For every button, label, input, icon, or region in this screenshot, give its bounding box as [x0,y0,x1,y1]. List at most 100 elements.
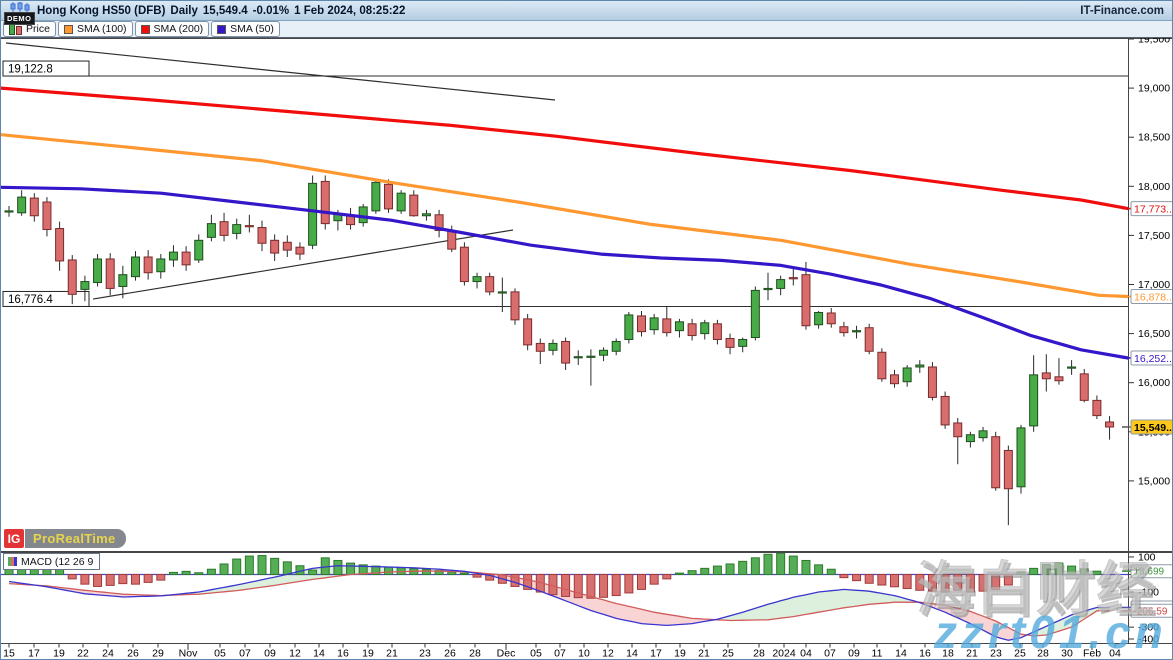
candle [1017,428,1025,487]
sma100-swatch-icon [64,25,73,34]
macd-histogram-bar [802,560,810,574]
candle [878,352,886,379]
macd-histogram-bar [891,575,899,587]
date-tick-label: 21 [966,648,978,660]
date-tick-label: 16 [919,648,931,660]
macd-histogram-bar [979,575,987,592]
candle [106,259,114,288]
date-tick-label: 25 [722,648,734,660]
macd-histogram-bar [385,567,393,574]
price-tick-label: 19,000 [1138,83,1170,95]
macd-histogram-bar [81,575,89,585]
date-tick-label: 07 [824,648,836,660]
macd-histogram-bar [992,575,1000,590]
macd-histogram-bar [283,562,291,575]
date-tick-label: 05 [214,648,226,660]
prorealtime-logo[interactable]: IG ProRealTime [4,529,126,548]
macd-histogram-bar [169,572,177,574]
date-tick-label: 19 [674,648,686,660]
macd-series-icon [8,557,17,566]
candle [992,437,1000,488]
candle [625,315,633,340]
candle [94,259,102,283]
macd-value-tag-text: -206.59 [1134,606,1168,617]
date-tick-label: 05 [530,648,542,660]
prorealtime-wordmark: ProRealTime [25,529,126,548]
macd-histogram-bar [207,569,215,574]
date-tick-label: 04 [800,648,812,660]
macd-chip-label: MACD (12 26 9 [21,556,93,568]
macd-histogram-bar [132,575,140,585]
candle [574,357,582,358]
mini-candles-icon [10,2,32,12]
date-tick-label: 26 [444,648,456,660]
macd-histogram-bar [195,573,203,575]
title-bar: Hong Kong HS50 (DFB)Daily15,549.4-0.01%1… [1,1,1172,21]
macd-histogram-bar [144,575,152,583]
candle [524,319,532,345]
candle [916,365,924,367]
date-tick-label: 28 [1037,648,1049,660]
candle [43,202,51,229]
chart-title: Hong Kong HS50 (DFB)Daily15,549.4-0.01%1… [37,5,410,17]
candle [562,341,570,363]
macd-histogram-bar [928,575,936,592]
macd-histogram-bar [853,575,861,581]
date-tick-label: 11 [872,648,883,660]
macd-histogram-bar [903,575,911,589]
price-pane[interactable] [1,38,1128,551]
legend-chip-sma50[interactable]: SMA (50) [211,21,280,37]
date-tick-label: 2024 [772,648,796,660]
date-tick-label: 16 [337,648,349,660]
date-tick-label: 28 [469,648,481,660]
date-tick-label: 09 [264,648,276,660]
macd-histogram-bar [941,575,949,593]
candle [144,257,152,273]
change-percent: -0.01% [253,5,289,17]
date-tick-label: 14 [313,648,325,660]
legend-chip-sma200[interactable]: SMA (200) [135,21,210,37]
sma50-price-tag-text: 16,252.. [1134,353,1172,365]
level-label-text: 16,776.4 [8,294,53,306]
legend-chip-sma100[interactable]: SMA (100) [58,21,133,37]
macd-histogram-bar [334,560,342,574]
candle [473,277,481,282]
date-tick-label: 29 [152,648,164,660]
macd-histogram-bar [726,564,734,575]
candle [182,252,190,265]
sma100-price-tag-text: 16,878.. [1134,291,1172,303]
macd-histogram-bar [587,575,595,599]
date-tick-label: 14 [895,648,907,660]
candle [688,324,696,336]
candle [296,247,304,254]
candle [840,327,848,333]
sma200-price-tag-text: 17,773.. [1134,204,1172,216]
macd-histogram-bar [600,575,608,598]
macd-histogram-bar [1080,569,1088,575]
date-tick-label: 19 [53,648,65,660]
macd-histogram-bar [68,575,76,579]
candle [638,316,646,332]
macd-indicator-chip[interactable]: MACD (12 26 9 [3,553,100,570]
candle [233,225,241,234]
candle [56,229,64,261]
macd-histogram-bar [245,556,253,574]
candle [979,431,987,438]
candle [726,339,734,348]
candle [954,423,962,437]
ig-logo: IG [4,529,24,548]
date-tick-label: 14 [626,648,638,660]
candle [410,195,418,216]
candle [600,350,608,355]
last-price-value: 15,549.4 [203,5,248,17]
chart-canvas[interactable]: 19,122.816,776.419,50019,00018,50018,000… [1,1,1173,660]
macd-histogram-bar [916,575,924,591]
date-tick-label: 19 [362,648,374,660]
price-tick-label: 16,500 [1138,328,1170,340]
macd-histogram-bar [1042,564,1050,574]
macd-histogram-bar [777,553,785,574]
candle [321,181,329,223]
price-tick-label: 18,500 [1138,132,1170,144]
chart-window: 19,122.816,776.419,50019,00018,50018,000… [0,0,1173,660]
candle [498,292,506,293]
